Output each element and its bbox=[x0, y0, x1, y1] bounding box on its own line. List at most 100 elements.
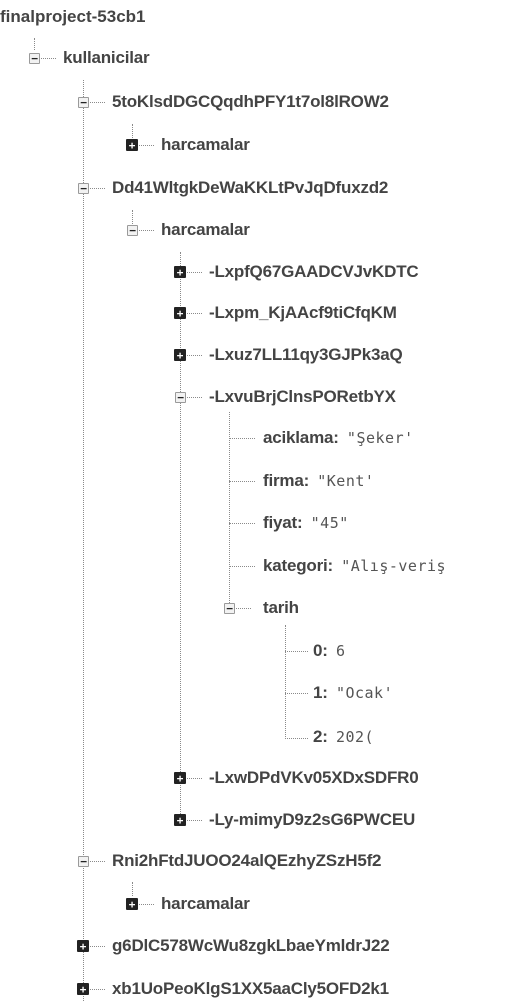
tree-branch-line bbox=[285, 651, 308, 652]
tree-branch-line bbox=[41, 58, 56, 59]
collapse-icon[interactable]: − bbox=[29, 53, 40, 64]
tree-branch-line bbox=[139, 230, 154, 231]
node-key: xb1UoPeoKlgS1XX5aaCly5OFD2k1 bbox=[112, 979, 389, 998]
field-value[interactable]: 6 bbox=[336, 642, 346, 660]
expand-icon[interactable]: + bbox=[174, 307, 186, 319]
expand-icon[interactable]: + bbox=[174, 772, 186, 784]
tree-branch-line bbox=[187, 820, 202, 821]
tree-node-harcamalar[interactable]: harcamalar bbox=[161, 218, 250, 242]
node-key: harcamalar bbox=[161, 894, 250, 913]
collapse-icon[interactable]: − bbox=[78, 183, 89, 194]
tree-branch-line bbox=[229, 523, 255, 524]
tree-branch-line bbox=[229, 566, 255, 567]
field-firma[interactable]: firma: "Kent' bbox=[263, 469, 374, 493]
tree-node-user[interactable]: xb1UoPeoKlgS1XX5aaCly5OFD2k1 bbox=[112, 977, 389, 1001]
tree-branch-line bbox=[90, 989, 105, 990]
node-key: tarih bbox=[263, 598, 299, 617]
collapse-icon[interactable]: − bbox=[78, 856, 89, 867]
field-key: firma bbox=[263, 471, 304, 490]
tree-branch-line bbox=[187, 272, 202, 273]
tree-branch-line bbox=[139, 904, 154, 905]
tree-branch-line bbox=[187, 313, 202, 314]
field-value[interactable]: "Ocak' bbox=[336, 684, 393, 702]
tree-node-user[interactable]: Rni2hFtdJUOO24alQEzhyZSzH5f2 bbox=[112, 849, 381, 873]
expand-icon[interactable]: + bbox=[126, 139, 138, 151]
tree-guide-line bbox=[132, 210, 133, 224]
tree-node-item[interactable]: -Lxpm_KjAAcf9tiCfqKM bbox=[209, 301, 397, 325]
field-key: 2 bbox=[313, 727, 323, 746]
tree-node-item[interactable]: -Ly-mimyD9z2sG6PWCEU bbox=[209, 808, 415, 832]
expand-icon[interactable]: + bbox=[126, 898, 138, 910]
node-key: -LxpfQ67GAADCVJvKDTC bbox=[209, 262, 419, 281]
field-value[interactable]: "Alış-veriş bbox=[341, 557, 446, 575]
tree-branch-line bbox=[236, 608, 251, 609]
tree-branch-line bbox=[187, 397, 202, 398]
field-tarih-2[interactable]: 2: 202( bbox=[313, 725, 374, 749]
node-key: -LxvuBrjClnsPORetbYX bbox=[209, 387, 396, 406]
tree-node-tarih[interactable]: tarih bbox=[263, 596, 299, 620]
collapse-icon[interactable]: − bbox=[127, 225, 138, 236]
root-label: finalproject-53cb1 bbox=[0, 7, 146, 26]
field-tarih-0[interactable]: 0: 6 bbox=[313, 639, 345, 663]
field-value[interactable]: "45" bbox=[311, 514, 349, 532]
node-key: -LxwDPdVKv05XDxSDFR0 bbox=[209, 768, 419, 787]
tree-branch-line bbox=[229, 438, 255, 439]
field-value[interactable]: 202( bbox=[336, 728, 374, 746]
field-fiyat[interactable]: fiyat: "45" bbox=[263, 511, 349, 535]
tree-branch-line bbox=[229, 481, 255, 482]
expand-icon[interactable]: + bbox=[174, 814, 186, 826]
node-key: -Lxuz7LL11qy3GJPk3aQ bbox=[209, 345, 403, 364]
tree-node-user[interactable]: 5toKlsdDGCQqdhPFY1t7ol8lROW2 bbox=[112, 90, 389, 114]
tree-branch-line bbox=[285, 693, 308, 694]
tree-branch-line bbox=[90, 102, 105, 103]
tree-branch-line bbox=[187, 355, 202, 356]
tree-node-user[interactable]: Dd41WltgkDeWaKKLtPvJqDfuxzd2 bbox=[112, 176, 388, 200]
node-key: harcamalar bbox=[161, 135, 250, 154]
field-key: fiyat bbox=[263, 513, 297, 532]
tree-guide-line bbox=[132, 124, 133, 138]
tree-node-user[interactable]: g6DlC578WcWu8zgkLbaeYmldrJ22 bbox=[112, 934, 390, 958]
tree-guide-line bbox=[34, 38, 35, 50]
field-aciklama[interactable]: aciklama: "Şeker' bbox=[263, 426, 414, 450]
field-key: aciklama bbox=[263, 428, 334, 447]
tree-node-item[interactable]: -LxwDPdVKv05XDxSDFR0 bbox=[209, 766, 419, 790]
tree-branch-line bbox=[187, 778, 202, 779]
tree-guide-line bbox=[229, 412, 230, 607]
tree-root[interactable]: finalproject-53cb1 bbox=[0, 5, 146, 29]
tree-node-harcamalar[interactable]: harcamalar bbox=[161, 892, 250, 916]
expand-icon[interactable]: + bbox=[174, 349, 186, 361]
node-key: Dd41WltgkDeWaKKLtPvJqDfuxzd2 bbox=[112, 178, 389, 197]
field-tarih-1[interactable]: 1: "Ocak' bbox=[313, 681, 393, 705]
expand-icon[interactable]: + bbox=[77, 940, 89, 952]
tree-branch-line bbox=[90, 946, 105, 947]
collapse-icon[interactable]: − bbox=[224, 603, 235, 614]
node-key: harcamalar bbox=[161, 220, 250, 239]
tree-node-item[interactable]: -LxpfQ67GAADCVJvKDTC bbox=[209, 260, 419, 284]
field-value[interactable]: "Kent' bbox=[317, 472, 374, 490]
tree-node-kullanicilar[interactable]: kullanicilar bbox=[63, 46, 150, 70]
expand-icon[interactable]: + bbox=[77, 983, 89, 995]
tree-branch-line bbox=[285, 738, 308, 739]
collapse-icon[interactable]: − bbox=[78, 97, 89, 108]
tree-node-item[interactable]: -Lxuz7LL11qy3GJPk3aQ bbox=[209, 343, 403, 367]
tree-guide-line bbox=[132, 882, 133, 896]
node-key: -Ly-mimyD9z2sG6PWCEU bbox=[209, 810, 416, 829]
tree-guide-line bbox=[180, 252, 181, 820]
tree-branch-line bbox=[90, 188, 105, 189]
field-key: 0 bbox=[313, 641, 323, 660]
node-key: kullanicilar bbox=[63, 48, 150, 67]
collapse-icon[interactable]: − bbox=[175, 392, 186, 403]
tree-node-harcamalar[interactable]: harcamalar bbox=[161, 133, 250, 157]
node-key: g6DlC578WcWu8zgkLbaeYmldrJ22 bbox=[112, 936, 390, 955]
node-key: Rni2hFtdJUOO24alQEzhyZSzH5f2 bbox=[112, 851, 382, 870]
node-key: 5toKlsdDGCQqdhPFY1t7ol8lROW2 bbox=[112, 92, 389, 111]
field-key: kategori bbox=[263, 556, 328, 575]
field-kategori[interactable]: kategori: "Alış-veriş bbox=[263, 554, 446, 578]
field-value[interactable]: "Şeker' bbox=[347, 429, 414, 447]
field-key: 1 bbox=[313, 683, 323, 702]
tree-branch-line bbox=[90, 861, 105, 862]
tree-branch-line bbox=[139, 145, 154, 146]
tree-node-item[interactable]: -LxvuBrjClnsPORetbYX bbox=[209, 385, 396, 409]
expand-icon[interactable]: + bbox=[174, 266, 186, 278]
tree-guide-line bbox=[285, 625, 286, 739]
